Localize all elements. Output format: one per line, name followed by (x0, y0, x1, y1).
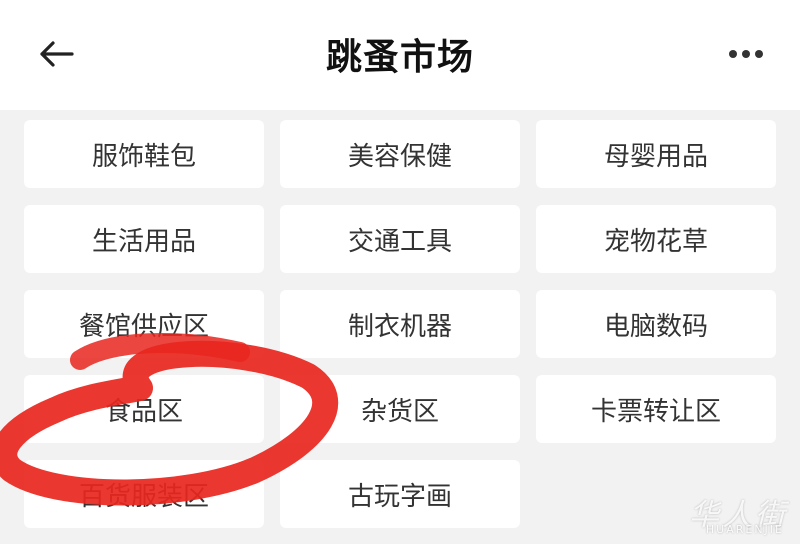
more-button[interactable] (726, 40, 766, 68)
category-vehicles[interactable]: 交通工具 (280, 205, 520, 273)
category-department-apparel[interactable]: 百货服装区 (24, 460, 264, 528)
category-ticket-transfer[interactable]: 卡票转让区 (536, 375, 776, 443)
category-restaurant-supply[interactable]: 餐馆供应区 (24, 290, 264, 358)
category-antiques-art[interactable]: 古玩字画 (280, 460, 520, 528)
category-clothing-shoes-bags[interactable]: 服饰鞋包 (24, 120, 264, 188)
category-daily-goods[interactable]: 生活用品 (24, 205, 264, 273)
more-dots-icon (729, 50, 763, 58)
category-computers-digital[interactable]: 电脑数码 (536, 290, 776, 358)
category-groceries[interactable]: 杂货区 (280, 375, 520, 443)
category-pets-plants[interactable]: 宠物花草 (536, 205, 776, 273)
category-food[interactable]: 食品区 (24, 375, 264, 443)
category-grid: 服饰鞋包 美容保健 母婴用品 生活用品 交通工具 宠物花草 餐馆供应区 制衣机器… (24, 120, 776, 528)
category-beauty-health[interactable]: 美容保健 (280, 120, 520, 188)
header-bar: 跳蚤市场 (0, 0, 800, 110)
category-mother-baby[interactable]: 母婴用品 (536, 120, 776, 188)
page-title: 跳蚤市场 (325, 37, 474, 78)
category-garment-machines[interactable]: 制衣机器 (280, 290, 520, 358)
